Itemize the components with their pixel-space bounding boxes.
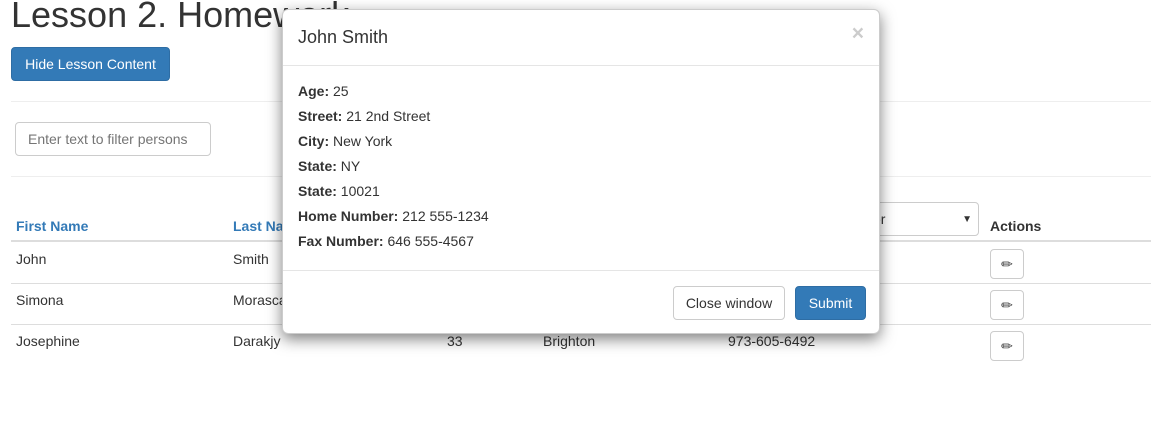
field-city: City: New York bbox=[298, 133, 393, 149]
cell-last: Smith bbox=[233, 251, 269, 267]
field-home-number: Home Number: 212 555-1234 bbox=[298, 208, 489, 224]
header-first-name[interactable]: First Name bbox=[16, 218, 88, 234]
cell-phone: 973-605-6492 bbox=[728, 333, 816, 349]
cell-city: Brighton bbox=[543, 333, 596, 349]
caret-down-icon: ▼ bbox=[962, 213, 972, 225]
field-age: Age: 25 bbox=[298, 83, 349, 99]
field-zip: State: 10021 bbox=[298, 183, 380, 199]
hide-lesson-content-button[interactable]: Hide Lesson Content bbox=[11, 47, 170, 81]
header-actions: Actions bbox=[990, 218, 1042, 234]
pencil-icon: ✏ bbox=[1001, 255, 1013, 272]
close-icon[interactable]: × bbox=[852, 22, 864, 46]
edit-button[interactable]: ✏ bbox=[990, 290, 1024, 320]
submit-button[interactable]: Submit bbox=[795, 286, 866, 320]
modal-header-divider bbox=[283, 65, 879, 66]
field-street: Street: 21 2nd Street bbox=[298, 108, 431, 124]
edit-button[interactable]: ✏ bbox=[990, 331, 1024, 361]
person-modal: John Smith × Age: 25 Street: 21 2nd Stre… bbox=[282, 9, 880, 334]
cell-last: Morasca bbox=[233, 292, 287, 308]
cell-first: Simona bbox=[16, 292, 64, 308]
cell-last: Darakjy bbox=[233, 333, 281, 349]
modal-title: John Smith bbox=[298, 27, 389, 47]
close-window-button[interactable]: Close window bbox=[673, 286, 785, 320]
pencil-icon: ✏ bbox=[1001, 337, 1013, 354]
edit-button[interactable]: ✏ bbox=[990, 249, 1024, 279]
cell-first: John bbox=[16, 251, 47, 267]
field-fax-number: Fax Number: 646 555-4567 bbox=[298, 233, 474, 249]
filter-input[interactable] bbox=[15, 122, 211, 156]
pencil-icon: ✏ bbox=[1001, 296, 1013, 313]
field-state: State: NY bbox=[298, 158, 361, 174]
cell-first: Josephine bbox=[16, 333, 80, 349]
cell-age: 33 bbox=[447, 333, 463, 349]
modal-footer-divider bbox=[283, 270, 879, 271]
